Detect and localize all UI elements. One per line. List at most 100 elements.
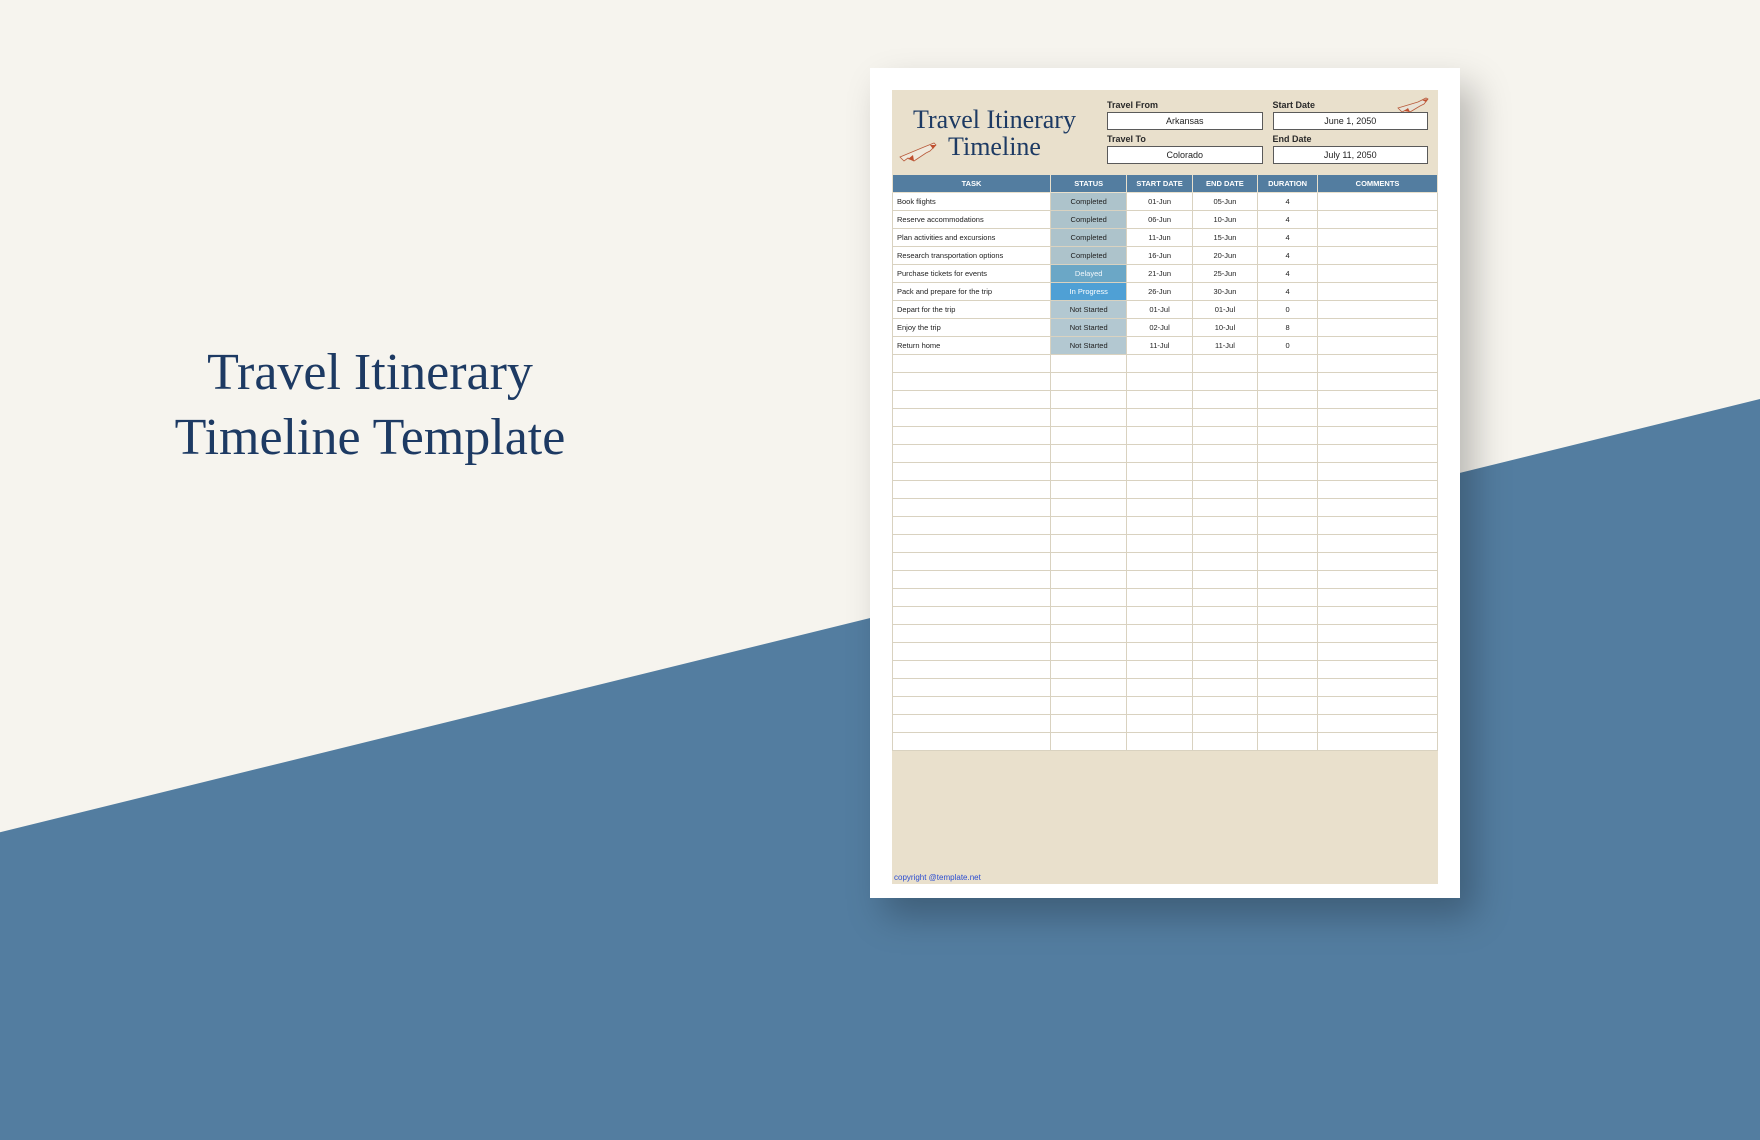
cell-start-date: 11-Jul [1127, 337, 1192, 355]
cell-empty [1258, 679, 1318, 697]
document-page: Travel Itinerary Timeline Travel From Ar… [870, 68, 1460, 898]
cell-empty [1051, 733, 1127, 751]
cell-task: Enjoy the trip [893, 319, 1051, 337]
cell-empty [1318, 409, 1438, 427]
cell-empty [893, 499, 1051, 517]
cell-end-date: 30-Jun [1192, 283, 1257, 301]
meta-value: Colorado [1107, 146, 1263, 164]
cell-empty [1318, 607, 1438, 625]
cell-end-date: 05-Jun [1192, 193, 1257, 211]
cell-empty [1127, 373, 1192, 391]
cell-empty [1192, 535, 1257, 553]
cell-empty [1051, 427, 1127, 445]
cell-empty [1192, 409, 1257, 427]
cell-empty [1127, 571, 1192, 589]
cell-empty [1127, 553, 1192, 571]
cell-status: In Progress [1051, 283, 1127, 301]
meta-value: June 1, 2050 [1273, 112, 1429, 130]
hero-title: Travel Itinerary Timeline Template [110, 340, 630, 470]
cell-empty [1192, 715, 1257, 733]
table-row-empty [893, 355, 1438, 373]
cell-empty [1051, 463, 1127, 481]
cell-comments [1318, 283, 1438, 301]
cell-empty [1192, 589, 1257, 607]
cell-comments [1318, 301, 1438, 319]
cell-empty [1051, 481, 1127, 499]
cell-empty [1258, 643, 1318, 661]
cell-empty [1318, 553, 1438, 571]
table-header-row: TASK STATUS START DATE END DATE DURATION… [893, 175, 1438, 193]
meta-value: Arkansas [1107, 112, 1263, 130]
table-row: Pack and prepare for the tripIn Progress… [893, 283, 1438, 301]
cell-comments [1318, 211, 1438, 229]
table-row-empty [893, 463, 1438, 481]
cell-status: Not Started [1051, 337, 1127, 355]
document-body: Travel Itinerary Timeline Travel From Ar… [892, 90, 1438, 884]
cell-status: Not Started [1051, 301, 1127, 319]
cell-duration: 4 [1258, 211, 1318, 229]
cell-empty [1318, 481, 1438, 499]
cell-empty [1258, 373, 1318, 391]
table-row-empty [893, 427, 1438, 445]
cell-empty [1258, 607, 1318, 625]
cell-empty [1192, 373, 1257, 391]
table-row: Enjoy the tripNot Started02-Jul10-Jul8 [893, 319, 1438, 337]
cell-empty [1258, 481, 1318, 499]
meta-label: End Date [1273, 134, 1429, 144]
cell-empty [1192, 625, 1257, 643]
table-row-empty [893, 571, 1438, 589]
cell-empty [1192, 643, 1257, 661]
table-row-empty [893, 409, 1438, 427]
table-body: Book flightsCompleted01-Jun05-Jun4Reserv… [893, 193, 1438, 751]
table-row-empty [893, 553, 1438, 571]
cell-empty [1051, 391, 1127, 409]
cell-empty [893, 409, 1051, 427]
table-row-empty [893, 661, 1438, 679]
cell-empty [1318, 625, 1438, 643]
cell-empty [1258, 391, 1318, 409]
title-block: Travel Itinerary Timeline [892, 100, 1097, 164]
cell-empty [893, 553, 1051, 571]
table-row: Depart for the tripNot Started01-Jul01-J… [893, 301, 1438, 319]
table-row: Plan activities and excursionsCompleted1… [893, 229, 1438, 247]
cell-empty [1318, 391, 1438, 409]
cell-empty [1127, 427, 1192, 445]
meta-travel-from: Travel From Arkansas [1107, 100, 1263, 130]
cell-empty [893, 481, 1051, 499]
cell-empty [1051, 697, 1127, 715]
cell-empty [1192, 553, 1257, 571]
table-row-empty [893, 715, 1438, 733]
cell-end-date: 15-Jun [1192, 229, 1257, 247]
airplane-icon [898, 139, 938, 170]
cell-status: Completed [1051, 247, 1127, 265]
itinerary-table: TASK STATUS START DATE END DATE DURATION… [892, 174, 1438, 751]
cell-empty [893, 517, 1051, 535]
cell-empty [1051, 355, 1127, 373]
table-row-empty [893, 643, 1438, 661]
col-status: STATUS [1051, 175, 1127, 193]
cell-task: Book flights [893, 193, 1051, 211]
cell-empty [1258, 697, 1318, 715]
cell-empty [1127, 499, 1192, 517]
cell-empty [1192, 481, 1257, 499]
cell-duration: 4 [1258, 265, 1318, 283]
cell-empty [1127, 535, 1192, 553]
cell-task: Depart for the trip [893, 301, 1051, 319]
cell-empty [1192, 355, 1257, 373]
cell-task: Reserve accommodations [893, 211, 1051, 229]
cell-empty [1318, 643, 1438, 661]
cell-empty [1127, 589, 1192, 607]
table-row-empty [893, 499, 1438, 517]
cell-empty [893, 625, 1051, 643]
cell-status: Completed [1051, 193, 1127, 211]
cell-empty [893, 715, 1051, 733]
cell-duration: 4 [1258, 229, 1318, 247]
meta-label: Travel To [1107, 134, 1263, 144]
cell-empty [893, 373, 1051, 391]
cell-empty [1127, 661, 1192, 679]
cell-empty [1051, 571, 1127, 589]
cell-duration: 0 [1258, 337, 1318, 355]
cell-empty [1127, 481, 1192, 499]
cell-empty [1258, 661, 1318, 679]
cell-empty [1318, 697, 1438, 715]
